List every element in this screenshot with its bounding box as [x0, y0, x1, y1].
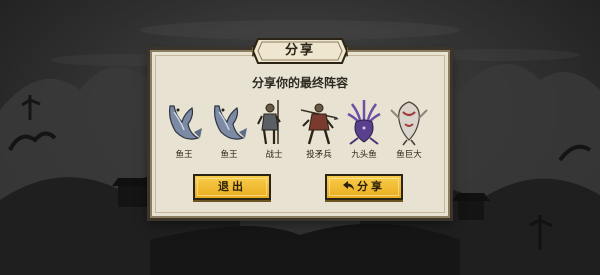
lineup-unit: 鱼王 [207, 98, 251, 160]
warrior-icon [257, 100, 281, 145]
fish-king-icon [214, 105, 247, 140]
share-button-label: 分享 [357, 180, 385, 193]
lineup-unit: 九头鱼 [342, 98, 386, 160]
unit-name: 鱼巨大 [396, 150, 422, 160]
giant-fish-icon [390, 101, 428, 146]
lineup-unit: 投矛兵 [297, 98, 341, 160]
nine-headed-fish-icon [347, 99, 381, 145]
lineup-unit: 鱼巨大 [387, 98, 431, 160]
dialog-title-plaque: 分享 [252, 38, 348, 64]
game-screen: 分享 分享你的最终阵容 鱼王 鱼王 战士 投矛兵 九头鱼 鱼巨大 退出 分享 [0, 0, 600, 275]
spearman-icon [300, 103, 339, 145]
share-arrow-icon [343, 181, 354, 191]
lineup-unit: 鱼王 [162, 98, 206, 160]
exit-button[interactable]: 退出 [193, 174, 271, 200]
dialog-title: 分享 [284, 43, 315, 58]
share-button[interactable]: 分享 [325, 174, 403, 200]
dialog-subtitle: 分享你的最终阵容 [251, 76, 348, 90]
lineup-unit: 战士 [252, 98, 296, 160]
exit-button-label: 退出 [218, 180, 246, 193]
fish-king-icon [169, 105, 202, 140]
